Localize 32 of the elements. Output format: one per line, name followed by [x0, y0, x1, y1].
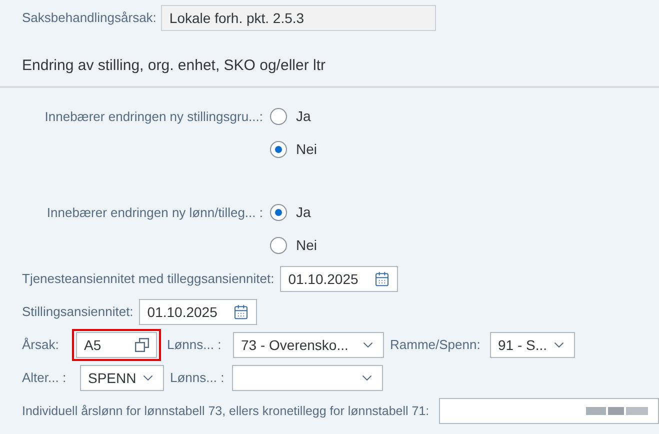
- readonly-field: Lokale forh. pkt. 2.5.3: [161, 5, 436, 31]
- section-title: Endring av stilling, org. enhet, SKO og/eller ltr: [22, 57, 326, 74]
- radio-label: Ja: [296, 107, 311, 126]
- calendar-icon[interactable]: [374, 271, 390, 287]
- question-label: Innebærer endringen ny stillingsgru...:: [44, 108, 263, 126]
- input-field[interactable]: [439, 398, 659, 424]
- radio-label: Nei: [296, 236, 318, 255]
- dropdown-field[interactable]: [232, 365, 383, 391]
- dropdown-field[interactable]: 73 - Overensko...: [233, 332, 384, 358]
- radio-button[interactable]: [270, 237, 287, 254]
- calendar-icon[interactable]: [233, 304, 250, 320]
- radio-label: Ja: [296, 203, 311, 222]
- field-label: Tjenesteansiennitet med tilleggsansiennitet:: [22, 270, 274, 288]
- field-label: Individuell årslønn for lønnstabell 73, ellers kronetillegg for lønnstabell 71:: [22, 402, 430, 420]
- dropdown-field[interactable]: 91 - S...: [490, 332, 575, 358]
- field-label: Saksbehandlingsårsak:: [22, 9, 156, 28]
- radio-button[interactable]: [270, 108, 287, 125]
- question-label: Innebærer endringen ny lønn/tilleg... :: [46, 204, 263, 222]
- field-label: Alter... :: [22, 369, 66, 388]
- input-field[interactable]: A5: [76, 332, 157, 358]
- dropdown-field[interactable]: SPENN: [80, 365, 164, 391]
- field-label: Lønns... :: [170, 369, 224, 388]
- date-field[interactable]: 01.10.2025: [280, 266, 398, 292]
- radio-label: Nei: [296, 140, 318, 159]
- field-label: Ramme/Spenn:: [390, 336, 480, 354]
- value-help-icon[interactable]: [135, 338, 149, 352]
- radio-button[interactable]: [270, 204, 287, 221]
- field-label: Lønns... :: [167, 336, 222, 354]
- date-field[interactable]: 01.10.2025: [139, 299, 258, 325]
- field-label: Stillingsansiennitet:: [22, 303, 134, 322]
- radio-button[interactable]: [270, 141, 287, 158]
- field-label: Årsak:: [22, 336, 59, 354]
